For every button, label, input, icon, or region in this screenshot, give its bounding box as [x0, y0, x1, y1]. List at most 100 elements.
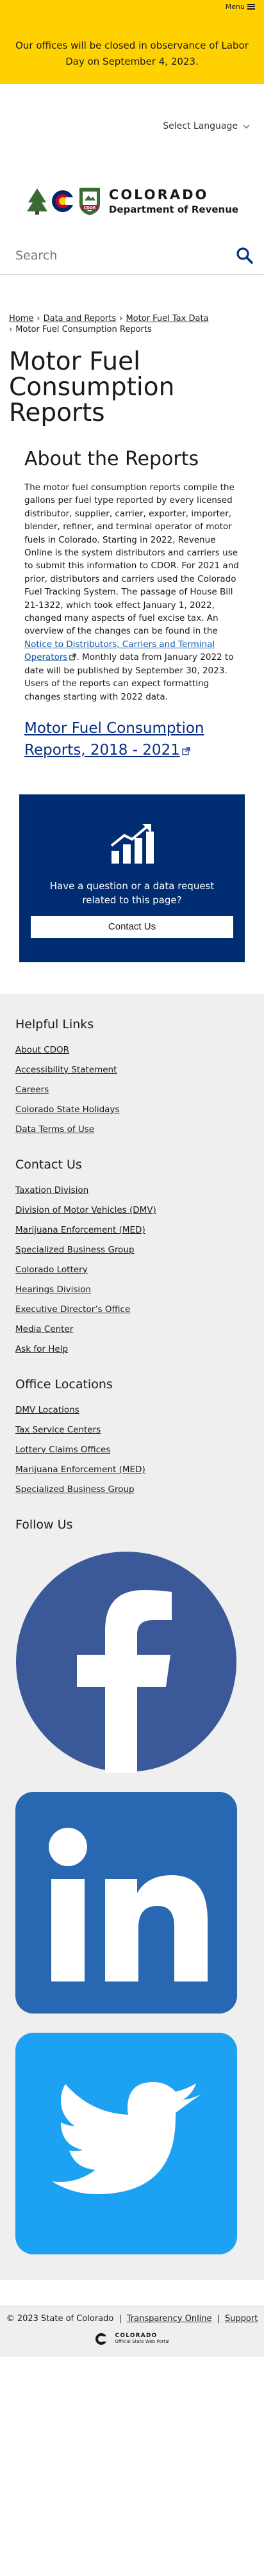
twitter-icon[interactable] — [15, 2032, 237, 2254]
link-hearings-division[interactable]: Hearings Division — [15, 1284, 91, 1295]
external-link-icon — [182, 747, 190, 755]
copyright-text: © 2023 State of Colorado — [6, 2313, 114, 2324]
link-dmv[interactable]: Division of Motor Vehicles (DMV) — [15, 1205, 156, 1215]
page-title: Motor Fuel Consumption Reports — [9, 347, 175, 427]
breadcrumb: Home › Data and Reports › Motor Fuel Tax Dat… — [0, 275, 264, 335]
list-item: Specialized Business Group — [15, 1480, 249, 1500]
portal-line-1: COLORADO — [115, 2332, 158, 2339]
link-colorado-lottery[interactable]: Colorado Lottery — [15, 1265, 88, 1275]
site-logo[interactable]: CDOR COLORADO Department of Revenue — [0, 170, 264, 231]
office-locations-list: DMV Locations Tax Service Centers Lotter… — [15, 1400, 249, 1500]
search-bar — [0, 236, 264, 275]
list-item: Taxation Division — [15, 1181, 249, 1201]
language-label: Select Language — [163, 121, 238, 131]
portal-line-2: Official State Web Portal — [115, 2338, 170, 2344]
link-med-locations[interactable]: Marijuana Enforcement (MED) — [15, 1464, 145, 1475]
linkedin-icon[interactable] — [15, 1791, 237, 2014]
logo-line-colorado: COLORADO — [108, 186, 209, 202]
list-item: Lottery Claims Offices — [15, 1440, 249, 1460]
breadcrumb-data-and-reports[interactable]: Data and Reports — [44, 314, 117, 324]
contact-us-heading: Contact Us — [15, 1157, 82, 1172]
list-item: Ask for Help — [15, 1340, 249, 1359]
logo-line-department: Department of Revenue — [108, 203, 239, 215]
colorado-c-logo-icon — [51, 190, 74, 212]
helpful-links-list: About CDOR Accessibility Statement Caree… — [15, 1040, 249, 1140]
office-locations-heading: Office Locations — [15, 1377, 113, 1391]
closure-alert-banner: Our offices will be closed in observance… — [0, 13, 264, 84]
breadcrumb-current: Motor Fuel Consumption Reports — [15, 325, 152, 334]
link-careers[interactable]: Careers — [15, 1085, 49, 1095]
list-item: Specialized Business Group — [15, 1240, 249, 1260]
breadcrumb-motor-fuel-tax-data[interactable]: Motor Fuel Tax Data — [126, 314, 208, 324]
link-tax-service-centers[interactable]: Tax Service Centers — [15, 1425, 101, 1435]
menu-label: Menu — [225, 2, 245, 11]
link-data-terms[interactable]: Data Terms of Use — [15, 1124, 94, 1135]
contact-us-button[interactable]: Contact Us — [31, 915, 233, 938]
colorado-portal-icon — [95, 2333, 111, 2345]
link-media-center[interactable]: Media Center — [15, 1324, 73, 1334]
about-body: The motor fuel consumption reports compi… — [24, 481, 240, 703]
search-input[interactable] — [15, 248, 208, 263]
external-link-icon — [69, 653, 77, 660]
divider: | — [119, 2313, 122, 2324]
link-sbg-locations[interactable]: Specialized Business Group — [15, 1484, 135, 1495]
breadcrumb-separator: › — [119, 314, 123, 324]
helpful-links-heading: Helpful Links — [15, 1017, 94, 1031]
breadcrumb-separator: › — [9, 325, 13, 334]
link-state-holidays[interactable]: Colorado State Holidays — [15, 1104, 119, 1115]
bottom-bar: © 2023 State of Colorado | Transparency … — [0, 2305, 264, 2357]
list-item: About CDOR — [15, 1040, 249, 1060]
contact-callout: Have a question or a data request relate… — [19, 794, 245, 962]
copyright-row: © 2023 State of Colorado | Transparency … — [6, 2314, 258, 2324]
list-item: Colorado State Holidays — [15, 1100, 249, 1120]
link-ask-for-help[interactable]: Ask for Help — [15, 1344, 68, 1354]
link-lottery-claims-offices[interactable]: Lottery Claims Offices — [15, 1445, 110, 1455]
hamburger-icon — [247, 3, 255, 10]
link-accessibility-statement[interactable]: Accessibility Statement — [15, 1065, 117, 1075]
link-executive-directors-office[interactable]: Executive Director’s Office — [15, 1304, 130, 1315]
language-select[interactable]: Select Language — [163, 121, 250, 131]
colorado-portal-logo[interactable]: COLORADO Official State Web Portal — [6, 2333, 258, 2345]
list-item: Division of Motor Vehicles (DMV) — [15, 1201, 249, 1220]
list-item: Media Center — [15, 1320, 249, 1340]
contact-us-list: Taxation Division Division of Motor Vehi… — [15, 1181, 249, 1359]
cdor-logo-mark: CDOR — [26, 186, 103, 216]
link-taxation-division[interactable]: Taxation Division — [15, 1185, 88, 1195]
link-about-cdor[interactable]: About CDOR — [15, 1045, 69, 1055]
list-item: Careers — [15, 1080, 249, 1100]
reports-2018-2021-link[interactable]: Motor Fuel Consumption Reports, 2018 - 2… — [24, 718, 240, 761]
about-body-part-1: The motor fuel consumption reports compi… — [24, 482, 239, 637]
top-bar: Menu — [0, 0, 264, 13]
list-item: Data Terms of Use — [15, 1120, 249, 1140]
link-marijuana-enforcement[interactable]: Marijuana Enforcement (MED) — [15, 1225, 145, 1235]
transparency-online-link[interactable]: Transparency Online — [127, 2314, 212, 2324]
list-item: Tax Service Centers — [15, 1420, 249, 1440]
list-item: Accessibility Statement — [15, 1060, 249, 1080]
about-heading: About the Reports — [24, 448, 199, 470]
menu-button[interactable]: Menu — [226, 3, 255, 11]
link-specialized-business-group[interactable]: Specialized Business Group — [15, 1245, 135, 1255]
link-dmv-locations[interactable]: DMV Locations — [15, 1405, 79, 1415]
list-item: DMV Locations — [15, 1400, 249, 1420]
logo-badge-text: CDOR — [83, 206, 95, 210]
chart-growth-icon — [110, 823, 154, 864]
facebook-icon[interactable] — [15, 1551, 237, 1773]
breadcrumb-separator: › — [37, 314, 40, 324]
contact-question: Have a question or a data request relate… — [49, 880, 215, 906]
report-link-text: Motor Fuel Consumption Reports, 2018 - 2… — [24, 719, 204, 759]
breadcrumb-home[interactable]: Home — [9, 314, 33, 324]
footer: Helpful Links About CDOR Accessibility S… — [0, 994, 264, 2280]
list-item: Executive Director’s Office — [15, 1300, 249, 1320]
list-item: Hearings Division — [15, 1280, 249, 1300]
chevron-down-icon — [243, 122, 250, 128]
about-section: About the Reports The motor fuel consump… — [0, 426, 264, 761]
divider: | — [217, 2313, 220, 2324]
list-item: Marijuana Enforcement (MED) — [15, 1460, 249, 1480]
search-icon[interactable] — [236, 247, 254, 265]
tree-logo-icon — [26, 188, 47, 215]
support-link[interactable]: Support — [225, 2314, 258, 2324]
list-item: Colorado Lottery — [15, 1260, 249, 1280]
alert-text: Our offices will be closed in observance… — [15, 40, 249, 67]
cdor-badge-icon: CDOR — [79, 187, 100, 215]
follow-us-heading: Follow Us — [15, 1517, 73, 1532]
